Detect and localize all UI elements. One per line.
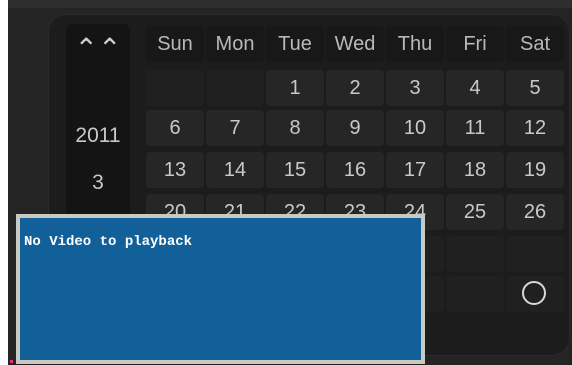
day-cell[interactable]: 18 <box>446 152 504 188</box>
playback-message-popup: No Video to playback <box>16 214 425 364</box>
weekday-header: Wed <box>326 26 384 62</box>
day-cell[interactable]: 9 <box>326 110 384 146</box>
day-cell[interactable]: 19 <box>506 152 564 188</box>
circle-icon[interactable] <box>506 276 564 312</box>
popup-body: No Video to playback <box>20 218 421 360</box>
day-cell[interactable] <box>446 236 504 272</box>
day-cell[interactable] <box>206 70 264 106</box>
day-cell[interactable]: 3 <box>386 70 444 106</box>
day-cell[interactable]: 10 <box>386 110 444 146</box>
weekday-header: Sun <box>146 26 204 62</box>
day-cell[interactable]: 2 <box>326 70 384 106</box>
day-cell[interactable]: 7 <box>206 110 264 146</box>
day-cell[interactable]: 26 <box>506 194 564 230</box>
popup-message: No Video to playback <box>24 234 193 250</box>
day-cell[interactable] <box>146 70 204 106</box>
day-cell[interactable]: 5 <box>506 70 564 106</box>
day-cell[interactable]: 25 <box>446 194 504 230</box>
window-top-edge <box>8 0 572 8</box>
double-chevron-up-icon[interactable]: ⌃⌃ <box>70 28 126 70</box>
weekday-header: Mon <box>206 26 264 62</box>
day-cell[interactable]: 4 <box>446 70 504 106</box>
day-cell[interactable]: 12 <box>506 110 564 146</box>
day-cell[interactable]: 8 <box>266 110 324 146</box>
day-cell[interactable]: 17 <box>386 152 444 188</box>
weekday-header: Fri <box>446 26 504 62</box>
day-cell[interactable]: 6 <box>146 110 204 146</box>
weekday-header: Sat <box>506 26 564 62</box>
day-cell[interactable]: 14 <box>206 152 264 188</box>
day-cell[interactable] <box>446 276 504 312</box>
weekday-header: Tue <box>266 26 324 62</box>
corner-marker <box>10 360 13 363</box>
day-cell[interactable]: 15 <box>266 152 324 188</box>
year-label: 2011 <box>75 124 121 147</box>
day-cell[interactable]: 16 <box>326 152 384 188</box>
day-cell[interactable]: 11 <box>446 110 504 146</box>
day-cell[interactable]: 1 <box>266 70 324 106</box>
weekday-header: Thu <box>386 26 444 62</box>
day-cell[interactable] <box>506 236 564 272</box>
month-label: 3 <box>92 171 104 194</box>
day-cell[interactable]: 13 <box>146 152 204 188</box>
